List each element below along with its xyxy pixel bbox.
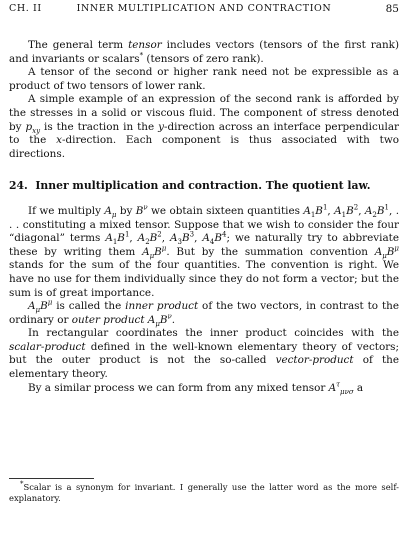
running-title: INNER MULTIPLICATION AND CONTRACTION [76,3,332,14]
paragraph-product-note: A tensor of the second or higher rank ne… [9,66,399,92]
running-head: CH. II INNER MULTIPLICATION AND CONTRACT… [9,3,399,17]
section-heading: 24. Inner multiplication and contraction… [9,179,399,193]
section-number: 24. [9,179,28,193]
paragraph-inner-product: AμBμ is called the inner product of the … [9,298,399,328]
page-number: 85 [385,3,399,15]
body-text: The general term tensor includes vectors… [9,39,399,395]
section-title: Inner multiplication and contraction. Th… [35,179,371,193]
footnote: *Scalar is a synonym for invariant. I ge… [9,481,399,505]
footnote-divider [9,478,94,479]
paragraph-multiplication: If we multiply Aμ by Bν we obtain sixtee… [9,203,400,299]
paragraph-tensor-definition: The general term tensor includes vectors… [9,39,400,65]
book-page: CH. II INNER MULTIPLICATION AND CONTRACT… [0,0,416,552]
footnote-text: Scalar is a synonym for invariant. I gen… [9,482,399,504]
paragraph-mixed-tensor: By a similar process we can form from an… [28,380,364,396]
paragraph-rectangular-coordinates: In rectangular coordinates the inner pro… [9,327,399,381]
paragraph-stress-example: A simple example of an expression of the… [9,93,400,160]
